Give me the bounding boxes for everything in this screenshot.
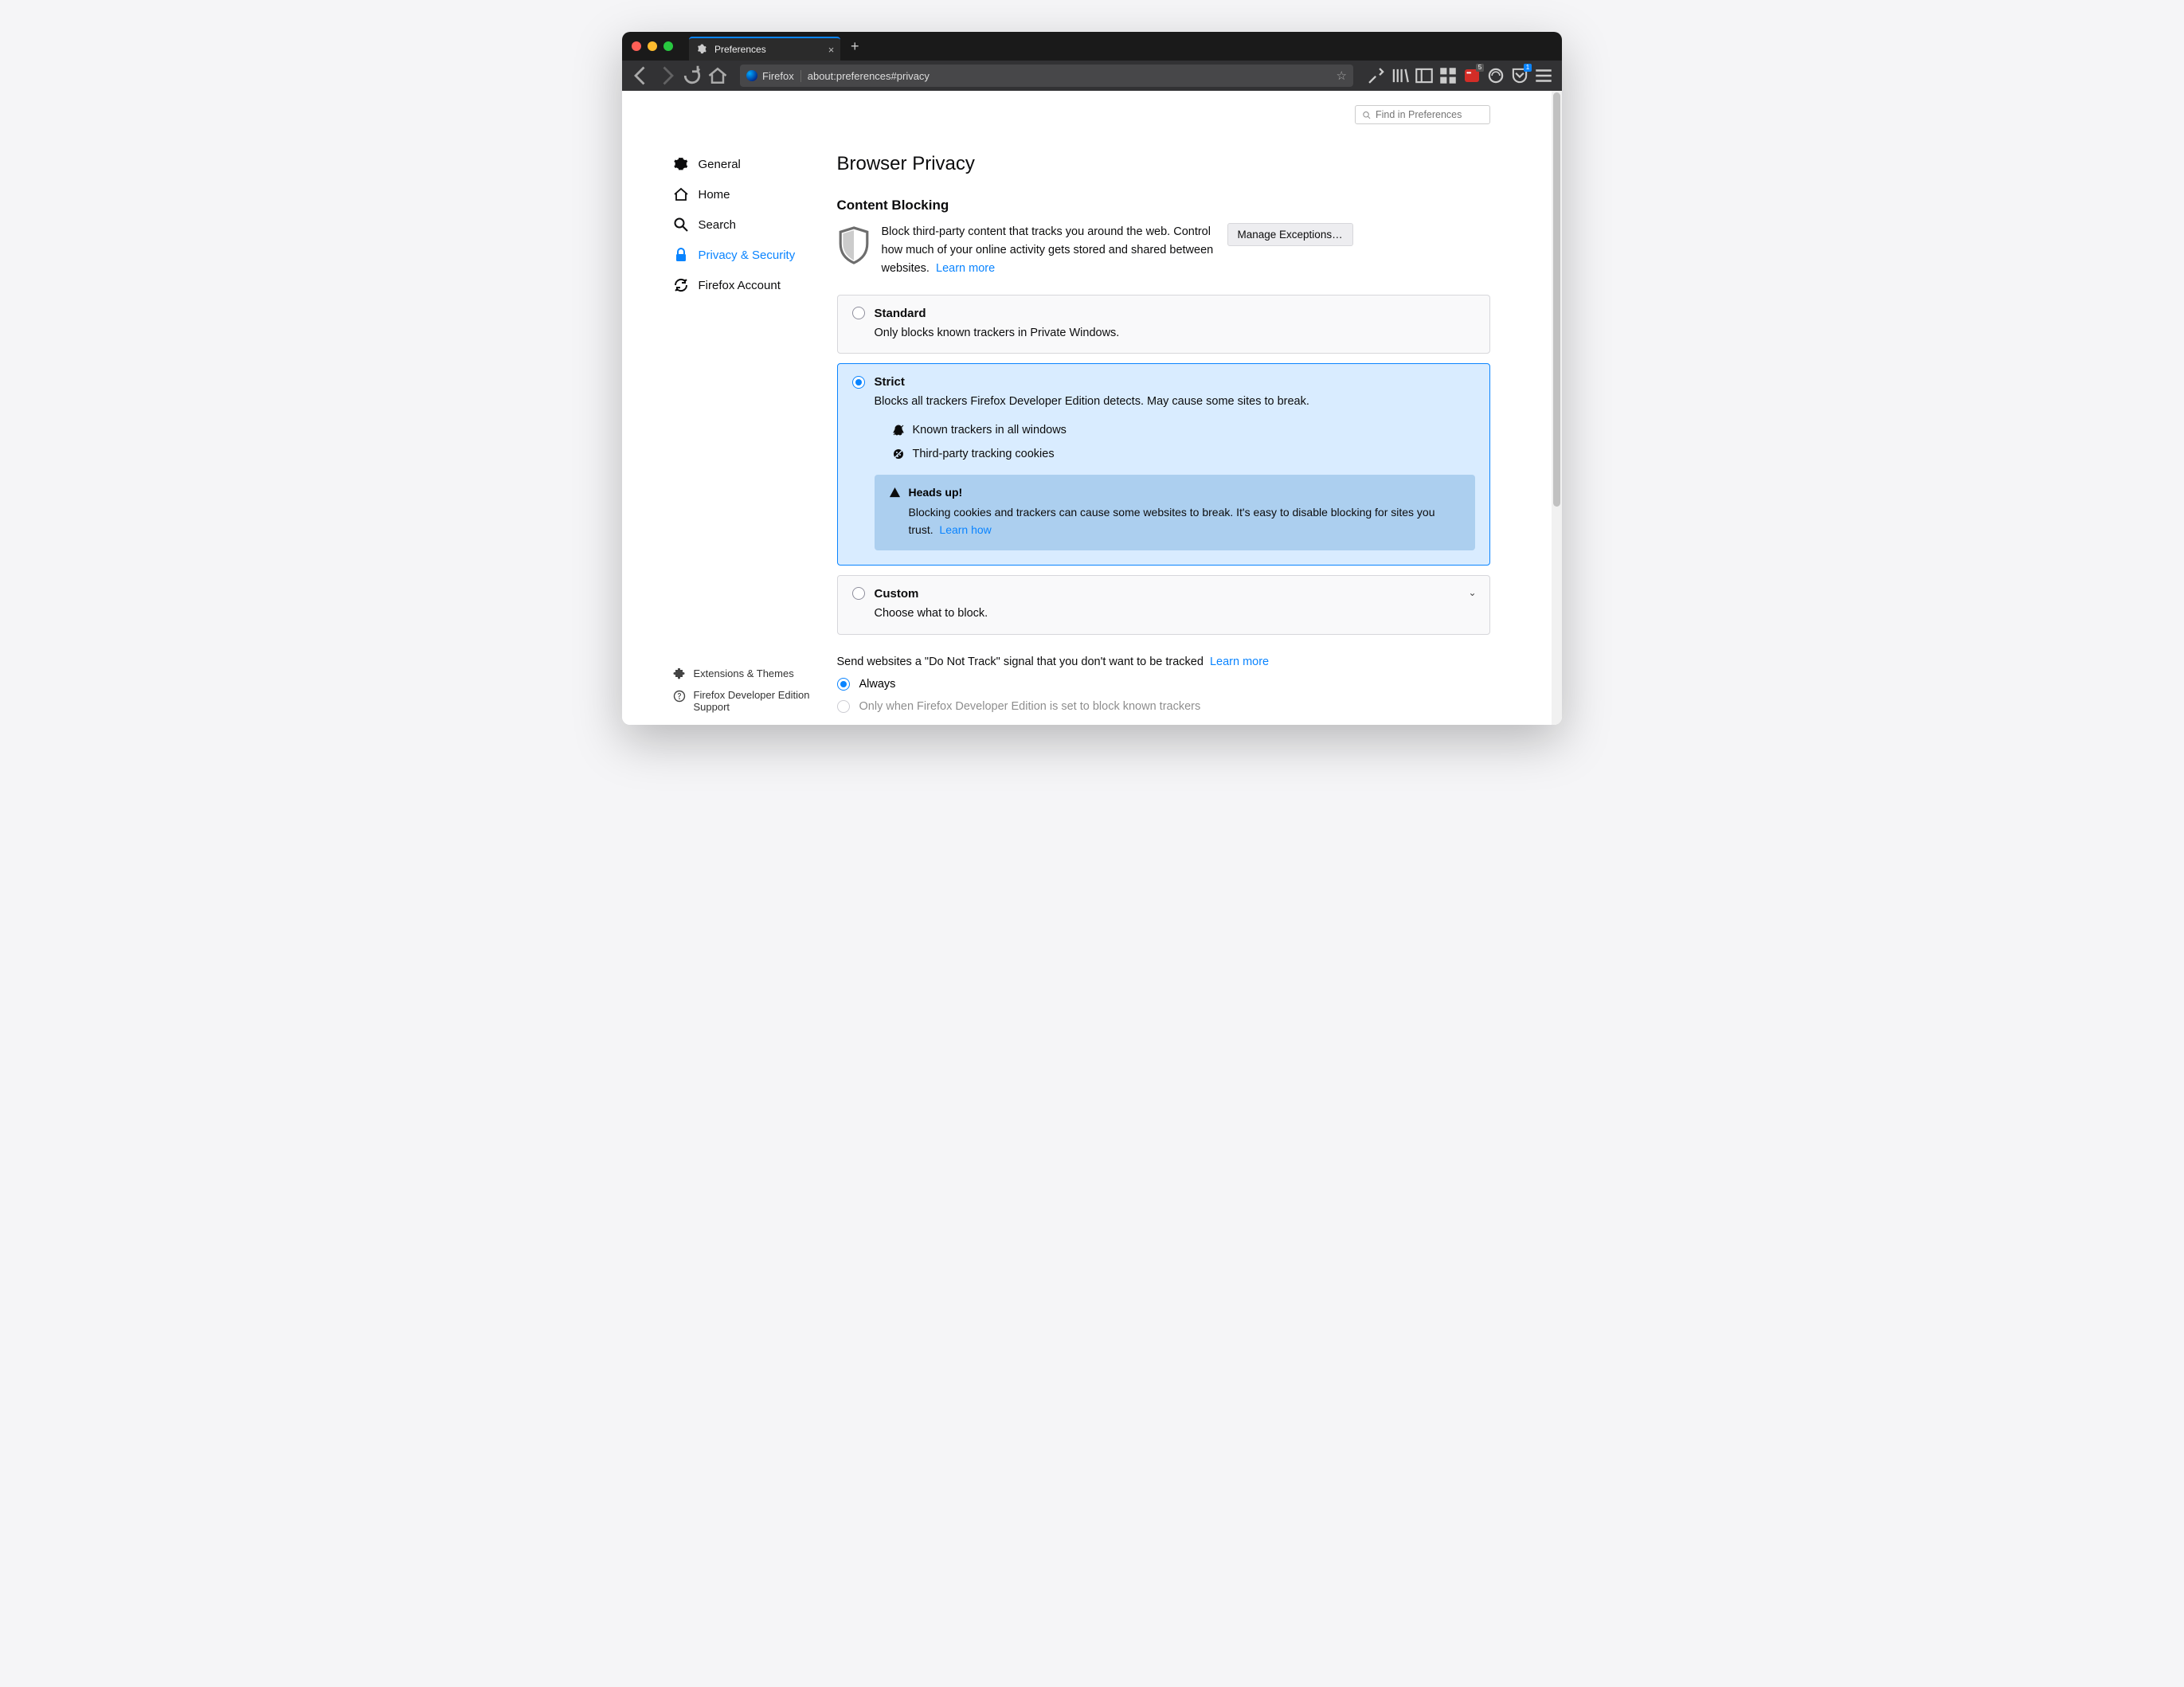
radio-custom[interactable] — [852, 587, 865, 600]
new-tab-button[interactable]: + — [843, 35, 866, 57]
home-button[interactable] — [706, 65, 729, 87]
toolbar-icons: 5 1 — [1366, 65, 1554, 86]
puzzle-icon — [673, 668, 686, 681]
cookie-icon — [892, 448, 905, 460]
nav-home[interactable]: Home — [673, 186, 821, 202]
option-strict[interactable]: Strict Blocks all trackers Firefox Devel… — [837, 363, 1490, 566]
url-text: about:preferences#privacy — [808, 70, 1337, 82]
window-controls — [632, 41, 673, 51]
strict-item-trackers: Known trackers in all windows — [892, 424, 1475, 436]
dnt-section: Send websites a "Do Not Track" signal th… — [837, 656, 1490, 713]
chevron-down-icon[interactable]: ⌄ — [1468, 587, 1476, 598]
support-link[interactable]: Firefox Developer Edition Support — [673, 689, 821, 713]
blocking-options: Standard Only blocks known trackers in P… — [837, 295, 1490, 635]
nav-account[interactable]: Firefox Account — [673, 277, 821, 293]
browser-window: Preferences × + Firefox about:preference… — [622, 32, 1562, 725]
sync-icon — [673, 277, 689, 293]
pocket-icon[interactable]: 1 — [1509, 65, 1530, 86]
nav-label: Home — [699, 188, 730, 202]
scroll-thumb[interactable] — [1553, 92, 1560, 507]
badge-count: 5 — [1476, 64, 1484, 72]
search-preferences[interactable] — [1355, 105, 1490, 124]
containers-icon[interactable] — [1438, 65, 1458, 86]
menu-button[interactable] — [1533, 65, 1554, 86]
sidebar-icon[interactable] — [1414, 65, 1434, 86]
option-standard[interactable]: Standard Only blocks known trackers in P… — [837, 295, 1490, 354]
heads-up-notice: Heads up! Blocking cookies and trackers … — [875, 475, 1475, 550]
warning-icon — [889, 487, 901, 499]
forward-button[interactable] — [656, 65, 678, 87]
identity-box[interactable]: Firefox — [746, 70, 801, 82]
radio-dnt-always[interactable] — [837, 678, 850, 691]
dnt-option-always[interactable]: Always — [837, 678, 1490, 691]
devtools-icon[interactable] — [1366, 65, 1387, 86]
back-button[interactable] — [630, 65, 652, 87]
gear-icon — [673, 156, 689, 172]
learn-how-link[interactable]: Learn how — [939, 523, 991, 536]
nav-label: General — [699, 158, 741, 171]
section-heading: Content Blocking — [837, 198, 1490, 213]
radio-strict[interactable] — [852, 376, 865, 389]
firefox-icon — [746, 70, 757, 81]
dnt-option-only[interactable]: Only when Firefox Developer Edition is s… — [837, 700, 1490, 713]
nav-search[interactable]: Search — [673, 217, 821, 233]
reload-button[interactable] — [681, 65, 703, 87]
radio-standard[interactable] — [852, 307, 865, 319]
nav-label: Search — [699, 218, 737, 232]
url-bar[interactable]: Firefox about:preferences#privacy ☆ — [740, 65, 1353, 87]
badge-count: 1 — [1524, 64, 1532, 72]
library-icon[interactable] — [1390, 65, 1411, 86]
nav-privacy[interactable]: Privacy & Security — [673, 247, 821, 263]
vertical-scrollbar[interactable] — [1552, 91, 1562, 725]
tracker-icon — [892, 424, 905, 436]
search-icon — [673, 217, 689, 233]
tab-title: Preferences — [714, 44, 766, 55]
content-area: General Home Search — [622, 91, 1562, 725]
privacy-extension-icon[interactable] — [1485, 65, 1506, 86]
close-tab-button[interactable]: × — [828, 44, 835, 56]
manage-exceptions-button[interactable]: Manage Exceptions… — [1227, 223, 1353, 246]
nav-toolbar: Firefox about:preferences#privacy ☆ 5 1 — [622, 61, 1562, 91]
content-blocking-description: Block third-party content that tracks yo… — [882, 223, 1216, 279]
titlebar: Preferences × + — [622, 32, 1562, 61]
close-window-button[interactable] — [632, 41, 641, 51]
dnt-learn-more-link[interactable]: Learn more — [1210, 656, 1269, 668]
radio-dnt-only[interactable] — [837, 700, 850, 713]
nav-label: Firefox Account — [699, 279, 781, 292]
minimize-window-button[interactable] — [648, 41, 657, 51]
help-icon — [673, 690, 686, 703]
main-panel: Browser Privacy Content Blocking Block t… — [821, 124, 1522, 725]
bookmark-star-icon[interactable]: ☆ — [1337, 68, 1347, 83]
lock-icon — [673, 247, 689, 263]
gear-icon — [697, 44, 708, 55]
search-input[interactable] — [1376, 109, 1483, 120]
page-title: Browser Privacy — [837, 153, 1490, 175]
zoom-window-button[interactable] — [663, 41, 673, 51]
tab-preferences[interactable]: Preferences × — [689, 37, 840, 61]
strict-item-cookies: Third-party tracking cookies — [892, 448, 1475, 460]
preferences-page: General Home Search — [622, 91, 1552, 725]
shield-icon — [837, 225, 871, 266]
lastpass-extension[interactable]: 5 — [1462, 65, 1482, 86]
home-icon — [673, 186, 689, 202]
preferences-sidebar: General Home Search — [646, 124, 821, 725]
learn-more-link[interactable]: Learn more — [936, 262, 995, 275]
nav-general[interactable]: General — [673, 156, 821, 172]
option-custom[interactable]: Custom Choose what to block. ⌄ — [837, 575, 1490, 635]
extensions-link[interactable]: Extensions & Themes — [673, 667, 821, 681]
nav-label: Privacy & Security — [699, 249, 796, 262]
